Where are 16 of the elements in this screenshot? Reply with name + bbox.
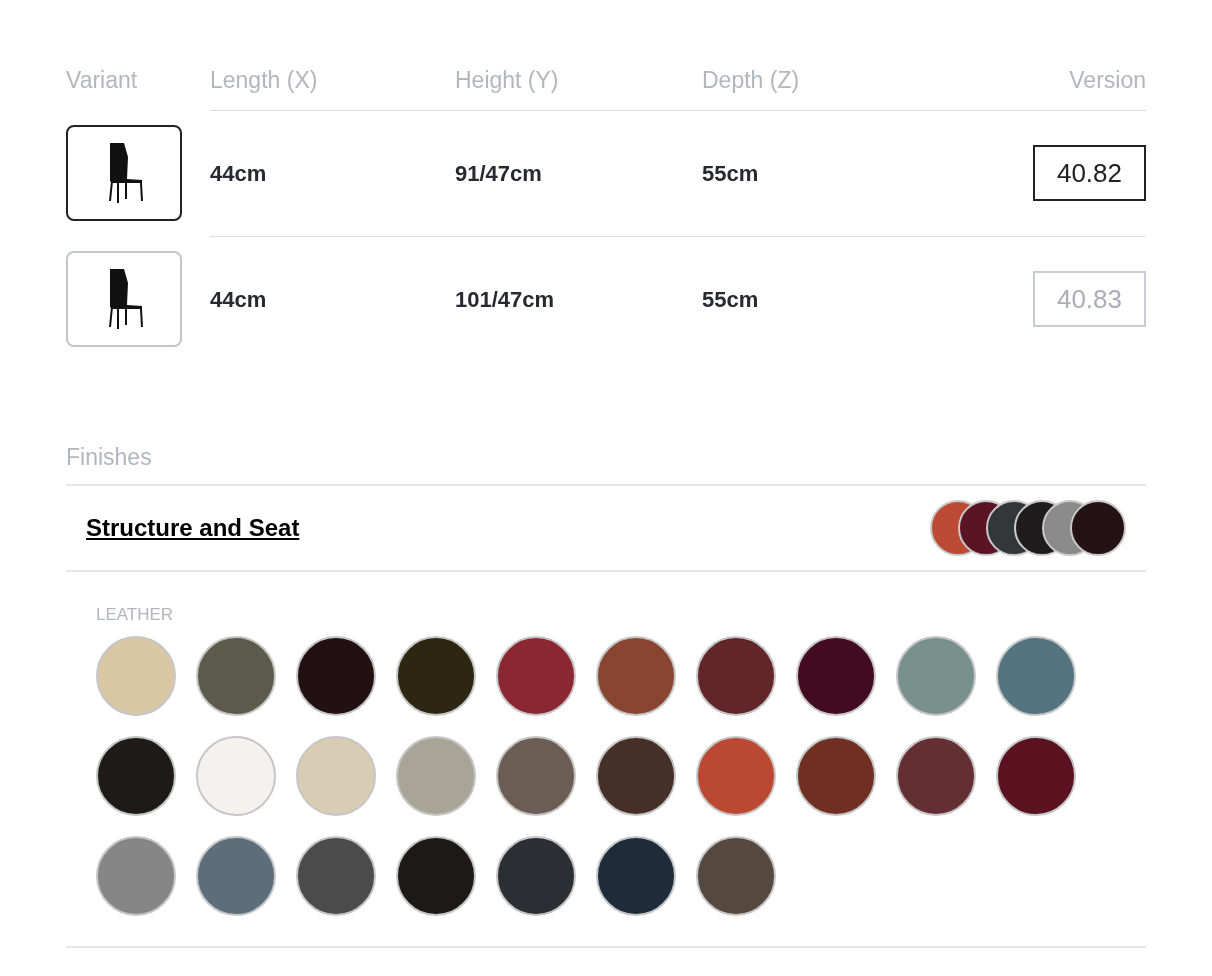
column-header: Depth (Z) (702, 65, 801, 95)
variant-thumbnail[interactable] (66, 125, 182, 221)
height-value: 101/47cm (455, 285, 556, 314)
length-value: 44cm (210, 285, 268, 314)
finish-group-link[interactable]: Structure and Seat (86, 510, 300, 546)
column-header: Version (1069, 65, 1146, 95)
length-value: 44cm (210, 159, 268, 188)
column-header: Variant (66, 65, 139, 95)
height-value: 91/47cm (455, 159, 543, 188)
depth-value: 55cm (702, 159, 760, 188)
depth-value: 55cm (702, 285, 760, 314)
section-title: Finishes (66, 443, 152, 472)
column-header: Height (Y) (455, 65, 560, 95)
category-label: LEATHER (96, 604, 174, 626)
version-option[interactable]: 40.82 (1033, 145, 1146, 201)
column-header: Length (X) (210, 65, 319, 95)
